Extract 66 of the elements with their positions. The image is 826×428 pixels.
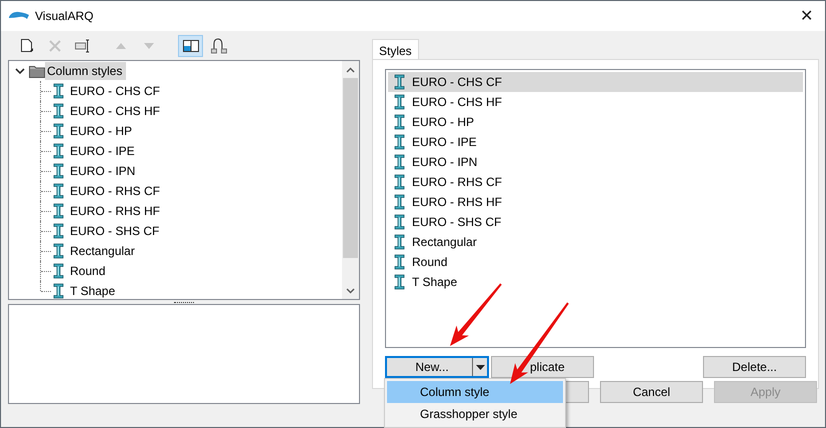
column-icon xyxy=(53,203,64,219)
column-icon xyxy=(394,194,405,210)
delete-icon xyxy=(48,40,60,52)
new-document-icon xyxy=(20,38,34,54)
tree-item[interactable]: EURO - CHS CF xyxy=(70,84,160,98)
split-view-icon xyxy=(182,40,198,52)
cancel-button[interactable]: Cancel xyxy=(600,381,703,403)
column-icon xyxy=(53,223,64,239)
style-list-item[interactable]: EURO - CHS CF xyxy=(388,72,803,92)
duplicate-button[interactable]: plicate xyxy=(491,356,594,378)
delete-button[interactable]: Delete... xyxy=(703,356,806,378)
menu-item[interactable]: Column style xyxy=(387,381,563,403)
tree-item[interactable]: EURO - HP xyxy=(70,124,132,138)
column-icon xyxy=(394,74,405,90)
tree-item[interactable]: EURO - IPN xyxy=(70,164,136,178)
column-icon xyxy=(394,114,405,130)
column-icon xyxy=(53,263,64,279)
tree-item[interactable]: EURO - IPE xyxy=(70,144,135,158)
column-icon xyxy=(394,234,405,250)
tree-item[interactable]: EURO - CHS HF xyxy=(70,104,160,118)
style-list-item[interactable]: Rectangular xyxy=(388,232,803,252)
column-icon xyxy=(53,183,64,199)
dropdown-arrow-icon[interactable] xyxy=(472,358,488,376)
view-toggle-button[interactable] xyxy=(178,35,203,57)
column-icon xyxy=(53,143,64,159)
move-up-icon xyxy=(116,43,126,49)
window-title: VisualARQ xyxy=(35,9,94,23)
column-icon xyxy=(394,134,405,150)
column-icon xyxy=(53,283,64,299)
style-list-item[interactable]: T Shape xyxy=(388,272,803,292)
column-icon xyxy=(53,243,64,259)
column-icon xyxy=(394,94,405,110)
styles-tab[interactable]: Styles xyxy=(372,39,419,59)
menu-item[interactable]: Grasshopper style xyxy=(387,403,563,425)
style-list-item[interactable]: EURO - HP xyxy=(388,112,803,132)
column-icon xyxy=(394,274,405,290)
scrollbar-thumb[interactable] xyxy=(343,78,358,258)
close-icon[interactable]: ✕ xyxy=(796,6,817,26)
column-icon xyxy=(394,154,405,170)
style-list-item[interactable]: EURO - RHS HF xyxy=(388,192,803,212)
column-icon xyxy=(53,123,64,139)
new-split-button[interactable]: New... xyxy=(385,356,489,378)
column-icon xyxy=(53,83,64,99)
tree-item[interactable]: T Shape xyxy=(70,284,116,298)
style-list-item[interactable]: EURO - RHS CF xyxy=(388,172,803,192)
style-list-item[interactable]: EURO - SHS CF xyxy=(388,212,803,232)
column-icon xyxy=(394,254,405,270)
style-list-item[interactable]: EURO - IPE xyxy=(388,132,803,152)
profile-icon xyxy=(210,38,226,54)
column-icon xyxy=(53,163,64,179)
tree-item[interactable]: EURO - SHS CF xyxy=(70,224,160,238)
rename-icon xyxy=(74,39,90,53)
column-icon xyxy=(394,214,405,230)
folder-icon xyxy=(29,64,45,78)
tree-item[interactable]: Rectangular xyxy=(70,244,135,258)
tree-item[interactable]: EURO - RHS HF xyxy=(70,204,160,218)
move-down-icon xyxy=(144,43,154,49)
style-list-item[interactable]: Round xyxy=(388,252,803,272)
column-icon xyxy=(394,174,405,190)
tree-item[interactable]: EURO - RHS CF xyxy=(70,184,160,198)
app-logo-icon xyxy=(9,11,29,21)
tree-item[interactable]: Column styles xyxy=(45,62,126,80)
column-icon xyxy=(53,103,64,119)
tree-item[interactable]: Round xyxy=(70,264,106,278)
style-list-item[interactable]: EURO - CHS HF xyxy=(388,92,803,112)
style-list-item[interactable]: EURO - IPN xyxy=(388,152,803,172)
